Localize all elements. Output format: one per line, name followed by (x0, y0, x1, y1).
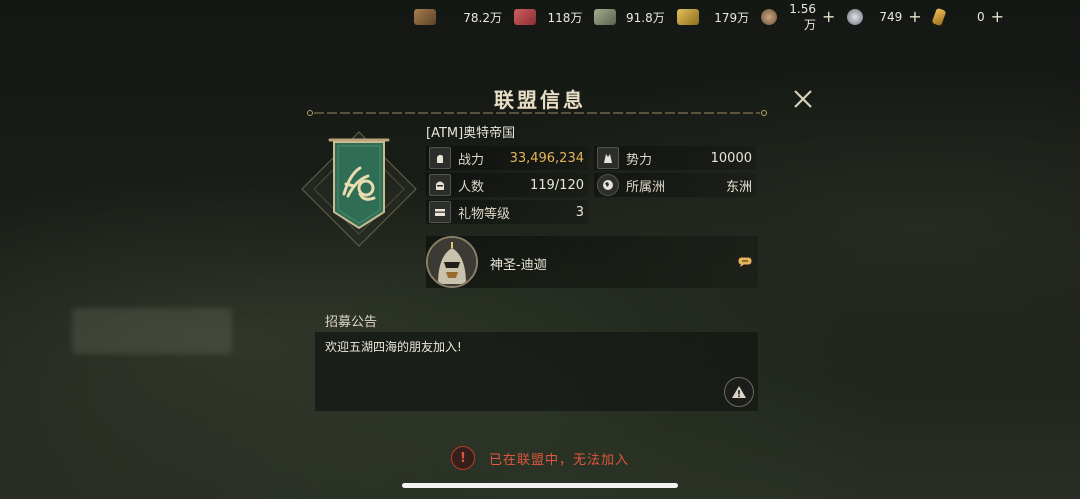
resource-bar: 78.2万 118万 91.8万 179万 1.56万 + 749 + 0 + (414, 1, 1016, 32)
dialog-title: 联盟信息 (494, 88, 586, 112)
gold-bar-icon (676, 9, 699, 25)
stat-power: 战力 33,496,234 (426, 146, 588, 170)
gold-ingot-icon (931, 7, 947, 27)
stat-continent: 所属洲 东洲 (594, 173, 756, 197)
resource-value: 1.56万 (789, 1, 816, 32)
resource-wood: 78.2万 (414, 4, 502, 30)
leader-row[interactable]: 神圣-迪迦 (426, 236, 758, 288)
stat-value: 119/120 (529, 177, 584, 193)
resource-gold-bar: 179万 (676, 4, 750, 30)
resource-stone: 91.8万 (594, 4, 665, 30)
stat-label: 礼物等级 (458, 206, 511, 222)
stat-value: 33,496,234 (509, 150, 584, 166)
resource-value: 749 (879, 10, 903, 24)
title-divider (307, 110, 767, 116)
resource-value: 78.2万 (463, 10, 502, 25)
stat-influence: 势力 10000 (594, 146, 756, 170)
blurred-background-panel (72, 308, 232, 354)
stat-label: 所属洲 (626, 179, 666, 195)
helmet-crest-icon (597, 147, 619, 169)
stat-members: 人数 119/120 (426, 173, 588, 197)
alliance-name: [ATM]奥特帝国 (426, 126, 516, 141)
helmet-icon (429, 174, 451, 196)
add-silver-coin-button[interactable]: + (908, 9, 921, 25)
resource-silver-coin[interactable]: 749 + (847, 4, 922, 30)
stat-value: 10000 (710, 150, 752, 166)
silver-coin-icon (847, 9, 864, 25)
add-bronze-coin-button[interactable]: + (822, 9, 835, 25)
stone-icon (594, 9, 617, 25)
resource-value: 0 (976, 10, 985, 24)
resource-value: 118万 (547, 10, 583, 25)
report-button[interactable] (724, 377, 754, 407)
stat-label: 人数 (458, 179, 485, 195)
alert-icon: ! (450, 446, 475, 470)
recruit-notice-text: 欢迎五湖四海的朋友加入! (325, 340, 462, 354)
recruit-label: 招募公告 (325, 315, 378, 330)
warning-message: ! 已在联盟中，无法加入 (0, 446, 1080, 470)
leader-name: 神圣-迪迦 (490, 258, 547, 273)
home-indicator[interactable] (402, 483, 678, 488)
stat-label: 战力 (458, 152, 485, 168)
resource-bronze-coin[interactable]: 1.56万 + (761, 1, 835, 32)
leader-avatar[interactable] (426, 236, 478, 288)
resource-value: 179万 (714, 10, 750, 25)
warning-text: 已在联盟中，无法加入 (488, 452, 629, 468)
stat-value: 东洲 (725, 179, 752, 195)
recruit-notice-box: 欢迎五湖四海的朋友加入! (315, 332, 758, 411)
stat-value: 3 (575, 204, 584, 220)
gift-box-icon (429, 201, 451, 223)
add-gold-ingot-button[interactable]: + (991, 9, 1004, 25)
alliance-banner (294, 124, 424, 254)
resource-value: 91.8万 (626, 10, 665, 25)
stat-gift-level: 礼物等级 3 (426, 200, 588, 224)
resource-meat: 118万 (513, 4, 583, 30)
wood-icon (414, 9, 436, 25)
bronze-coin-icon (761, 9, 778, 25)
stat-label: 势力 (626, 152, 653, 168)
close-icon[interactable] (792, 88, 814, 110)
resource-gold-ingot[interactable]: 0 + (931, 4, 1004, 30)
warning-triangle-icon (732, 386, 746, 398)
chat-bubble-icon[interactable] (738, 257, 752, 267)
globe-icon (597, 174, 619, 196)
meat-icon (513, 9, 536, 25)
fist-icon (429, 147, 451, 169)
